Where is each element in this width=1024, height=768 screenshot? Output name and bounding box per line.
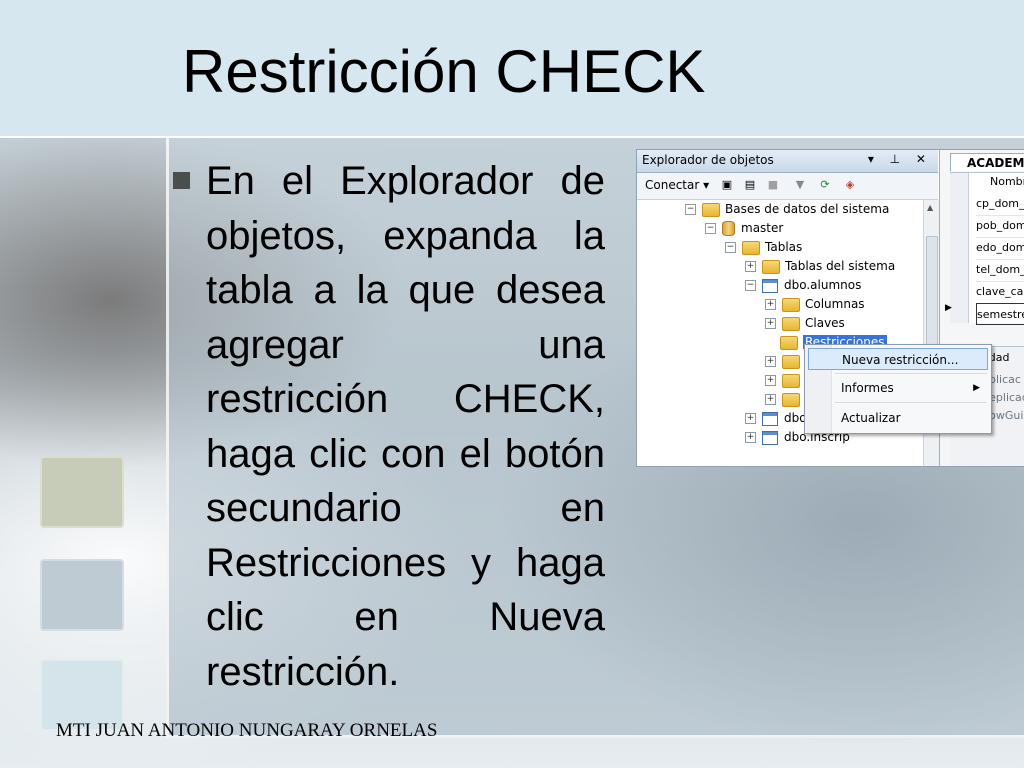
tree-node-label: Claves [805,316,845,330]
column-header-name: Nombr [990,175,1024,188]
table-icon [762,278,778,293]
expand-icon[interactable]: + [745,261,756,272]
folder-icon [762,259,780,274]
tree-node-hidden-1[interactable]: + [765,352,805,371]
scroll-thumb[interactable] [926,236,938,358]
folder-icon [702,202,720,217]
menu-item-nueva-restriccion[interactable]: Nueva restricción... [808,348,988,370]
tree-node-system-databases[interactable]: − Bases de datos del sistema [685,200,889,219]
row-gutter [950,173,969,323]
window-controls-icon[interactable]: ▾ ⊥ ✕ [868,152,932,166]
expand-icon[interactable]: + [745,432,756,443]
tree-node-label: Bases de datos del sistema [725,202,890,216]
expand-icon[interactable]: + [765,299,776,310]
menu-separator [835,402,987,403]
stop-icon[interactable]: ■ [765,178,781,192]
object-explorer-titlebar: Explorador de objetos ▾ ⊥ ✕ [637,150,938,173]
tree-node-system-tables[interactable]: + Tablas del sistema [745,257,895,276]
title-band: Restricción CHECK [0,0,1024,138]
table-icon [762,411,778,426]
folder-icon [782,297,800,312]
bullet-marker [173,172,190,189]
collapse-icon[interactable]: − [685,204,696,215]
database-icon [722,221,735,236]
bullet-text: En el Explorador de objetos, expanda la … [206,159,605,694]
expand-icon[interactable]: + [765,318,776,329]
expand-icon[interactable]: + [745,413,756,424]
decor-square-2 [40,559,124,631]
menu-item-actualizar[interactable]: Actualizar [808,407,988,429]
tree-node-label: Tablas [765,240,803,254]
current-row-icon: ▶ [945,303,952,313]
folder-icon [782,392,800,407]
table-row[interactable]: cp_dom_ [976,193,1024,216]
menu-separator [835,373,987,374]
object-explorer-toolbar: Conectar ▾ ▣ ▤ ■ ▼ ⟳ ◈ [637,173,938,200]
table-row[interactable]: pob_dom [976,215,1024,238]
connect-button[interactable]: Conectar ▾ [645,178,709,192]
menu-item-label: Actualizar [841,411,901,425]
column-grid: Nombr cp_dom_ pob_dom edo_dom tel_dom_ c… [950,172,1024,325]
tree-node-master[interactable]: − master [705,219,783,238]
submenu-arrow-icon: ▶ [973,383,980,393]
refresh-icon[interactable]: ⟳ [817,178,833,192]
object-explorer-title: Explorador de objetos [642,153,774,167]
folder-icon [742,240,760,255]
summary-icon[interactable]: ◈ [842,178,858,192]
tree-node-label: Columnas [805,297,865,311]
tree-node-tablas[interactable]: − Tablas [725,238,802,257]
footer-author: MTI JUAN ANTONIO NUNGARAY ORNELAS [56,720,438,741]
tree-node-label: dbo.alumnos [784,278,862,292]
table-icon [762,430,778,445]
context-menu: Nueva restricción... Informes ▶ Actualiza… [804,344,992,434]
filter-icon[interactable]: ▼ [792,178,808,192]
tree-node-dbo-alumnos[interactable]: − dbo.alumnos [745,276,861,295]
disconnect-icon[interactable]: ▤ [742,178,758,192]
menu-item-label: Informes [841,381,894,395]
decor-square-1 [40,456,124,528]
collapse-icon[interactable]: − [705,223,716,234]
connect-server-icon[interactable]: ▣ [719,178,735,192]
folder-icon [782,354,800,369]
menu-item-label: Nueva restricción... [842,353,959,367]
folder-icon [780,335,798,350]
collapse-icon[interactable]: − [725,242,736,253]
table-row[interactable]: edo_dom [976,237,1024,260]
tree-node-columnas[interactable]: + Columnas [765,295,865,314]
object-explorer-screenshot: Explorador de objetos ▾ ⊥ ✕ Conectar ▾ ▣… [637,150,1024,466]
expand-icon[interactable]: + [765,394,776,405]
folder-icon [782,373,800,388]
table-row[interactable]: clave_ca [976,281,1024,304]
menu-item-informes[interactable]: Informes ▶ [808,377,988,399]
tab-academi[interactable]: ACADEMI [950,153,1024,171]
table-row[interactable]: semestre [976,303,1024,325]
expand-icon[interactable]: + [765,356,776,367]
slide-title: Restricción CHECK [182,38,706,105]
table-row[interactable]: tel_dom_ [976,259,1024,282]
scroll-up-icon[interactable]: ▲ [927,203,933,212]
folder-icon [782,316,800,331]
tree-node-hidden-2[interactable]: + [765,371,805,390]
expand-icon[interactable]: + [765,375,776,386]
tree-node-label: Tablas del sistema [785,259,896,273]
collapse-icon[interactable]: − [745,280,756,291]
tree-node-claves[interactable]: + Claves [765,314,845,333]
tree-node-label: master [741,221,784,235]
